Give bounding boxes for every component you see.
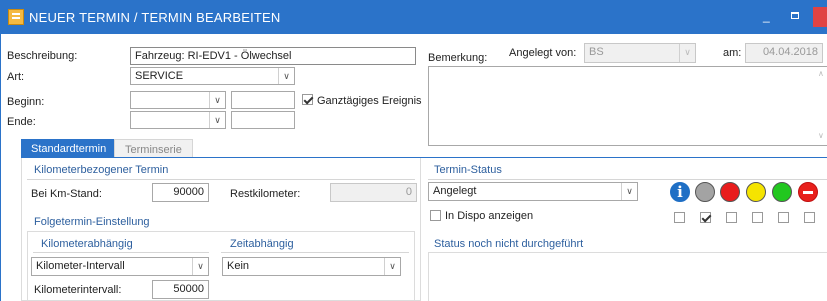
chevron-down-icon: ∨ [384, 258, 400, 275]
status-info-checkbox[interactable] [674, 212, 685, 223]
ganztaegig-checkbox[interactable] [302, 94, 313, 105]
km-intervall-select[interactable]: Kilometer-Intervall ∨ [31, 257, 209, 276]
status-stop-checkbox[interactable] [804, 212, 815, 223]
ende-label: Ende: [7, 116, 36, 128]
section-divider [221, 252, 409, 253]
window-title: NEUER TERMIN / TERMIN BEARBEITEN [29, 10, 281, 25]
beschreibung-label: Beschreibung: [7, 50, 78, 62]
am-label: am: [723, 47, 742, 59]
km-section-title: Kilometerbezogener Termin [34, 164, 169, 176]
status-select[interactable]: Angelegt ∨ [428, 182, 638, 201]
km-abhaengig-label: Kilometerabhängig [41, 238, 133, 250]
status-grey-icon[interactable] [695, 182, 715, 202]
chevron-down-icon: ∨ [192, 258, 208, 275]
chevron-down-icon: ∨ [621, 183, 637, 200]
appointment-window: NEUER TERMIN / TERMIN BEARBEITEN _ Besch… [0, 0, 827, 301]
ende-date-select[interactable]: ∨ [130, 111, 226, 129]
section-divider [27, 179, 415, 180]
art-label: Art: [7, 71, 25, 83]
chevron-down-icon: ∨ [209, 92, 225, 108]
dispo-label: In Dispo anzeigen [445, 210, 534, 222]
am-date-field: 04.04.2018 [745, 43, 823, 63]
close-button[interactable] [813, 7, 827, 27]
status-green-icon[interactable] [772, 182, 792, 202]
beschreibung-input[interactable]: Fahrzeug: RI-EDV1 - Ölwechsel [130, 47, 416, 65]
km-intervall-value: 50000 [173, 283, 204, 295]
tab-terminserie[interactable]: Terminserie [114, 139, 193, 158]
status-yellow-checkbox[interactable] [752, 212, 763, 223]
maximize-button[interactable] [791, 12, 799, 19]
chevron-down-icon: ∨ [278, 68, 294, 84]
restkilometer-field: 0 [330, 183, 417, 202]
zeit-select[interactable]: Kein ∨ [222, 257, 401, 276]
folgetermin-title: Folgetermin-Einstellung [34, 216, 150, 228]
status-yellow-icon[interactable] [746, 182, 766, 202]
art-select[interactable]: SERVICE ∨ [130, 67, 295, 85]
km-intervall-input[interactable]: 50000 [152, 280, 209, 299]
dispo-checkbox[interactable] [430, 210, 441, 221]
calendar-edit-icon [8, 9, 24, 25]
ganztaegig-label: Ganztägiges Ereignis [317, 95, 422, 107]
intervall-label: Kilometerintervall: [34, 284, 122, 296]
status-red-checkbox[interactable] [726, 212, 737, 223]
status-stop-icon[interactable] [798, 182, 818, 202]
ende-time-input[interactable] [231, 111, 295, 129]
status-grey-checkbox[interactable] [700, 212, 711, 223]
status-description-area [428, 252, 827, 301]
beginn-date-select[interactable]: ∨ [130, 91, 226, 109]
title-bar: NEUER TERMIN / TERMIN BEARBEITEN _ [1, 0, 827, 34]
info-icon[interactable]: i [670, 182, 690, 202]
angelegt-von-label: Angelegt von: [509, 47, 577, 59]
restkilometer-label: Restkilometer: [230, 188, 301, 200]
section-divider [33, 252, 209, 253]
beginn-label: Beginn: [7, 96, 45, 108]
km-stand-input[interactable]: 90000 [152, 183, 209, 202]
angelegt-von-select: BS ∨ [584, 43, 696, 63]
chevron-down-icon: ∨ [209, 112, 225, 128]
section-divider [428, 179, 827, 180]
chevron-down-icon: ∨ [679, 44, 695, 62]
scroll-up-icon[interactable]: ∧ [818, 69, 827, 78]
bemerkung-textarea[interactable]: ∧ ∨ [428, 66, 827, 146]
status-green-checkbox[interactable] [778, 212, 789, 223]
status-description-title: Status noch nicht durchgeführt [434, 238, 584, 250]
status-title: Termin-Status [434, 164, 502, 176]
scroll-down-icon[interactable]: ∨ [818, 131, 827, 140]
status-red-icon[interactable] [720, 182, 740, 202]
bemerkung-label: Bemerkung: [428, 52, 488, 64]
tab-standardtermin[interactable]: Standardtermin [21, 139, 117, 158]
km-stand-label: Bei Km-Stand: [31, 188, 102, 200]
minimize-button[interactable]: _ [763, 9, 770, 23]
beginn-time-input[interactable] [231, 91, 295, 109]
zeit-abhaengig-label: Zeitabhängig [230, 238, 294, 250]
